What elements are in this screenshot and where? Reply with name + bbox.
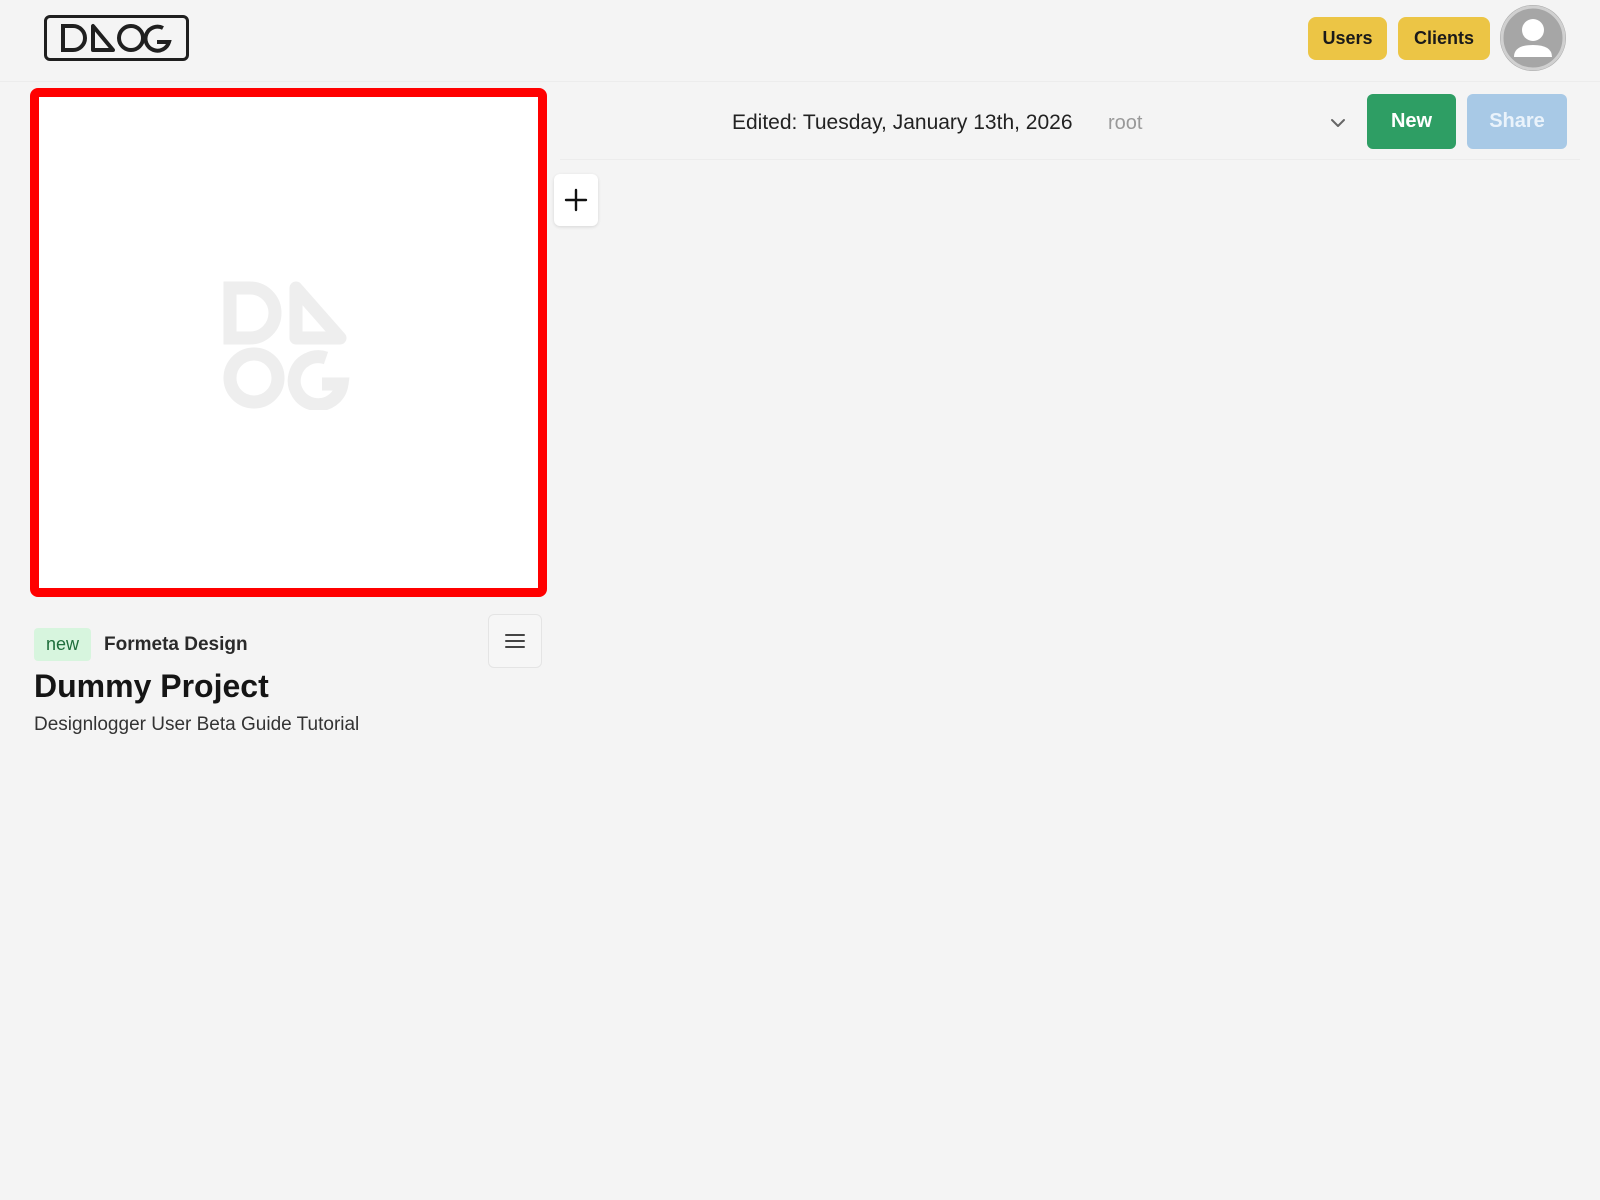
status-badge: new <box>34 628 91 661</box>
share-button[interactable]: Share <box>1467 94 1567 149</box>
hamburger-menu-icon <box>505 634 525 648</box>
clients-button[interactable]: Clients <box>1398 17 1490 60</box>
project-description: Designlogger User Beta Guide Tutorial <box>34 714 360 735</box>
project-title: Dummy Project <box>34 668 269 704</box>
add-item-button[interactable] <box>554 174 598 226</box>
chevron-down-icon <box>1331 119 1345 127</box>
app-logo[interactable] <box>44 15 189 61</box>
project-toolbar: Edited: Tuesday, January 13th, 2026 root… <box>560 88 1580 160</box>
avatar-icon <box>1500 5 1566 71</box>
client-name: Formeta Design <box>104 634 248 655</box>
folder-select[interactable]: root <box>1088 94 1360 152</box>
logo-watermark-icon <box>223 281 350 410</box>
users-button[interactable]: Users <box>1308 17 1387 60</box>
folder-select-value: root <box>1108 112 1143 134</box>
top-header: Users Clients <box>0 0 1600 82</box>
plus-icon <box>564 188 588 212</box>
project-menu-button[interactable] <box>488 614 542 668</box>
project-thumbnail[interactable] <box>30 88 547 597</box>
edited-timestamp: Edited: Tuesday, January 13th, 2026 <box>732 111 1073 134</box>
logo-icon <box>61 24 172 53</box>
new-button[interactable]: New <box>1367 94 1456 149</box>
avatar[interactable] <box>1500 5 1566 71</box>
